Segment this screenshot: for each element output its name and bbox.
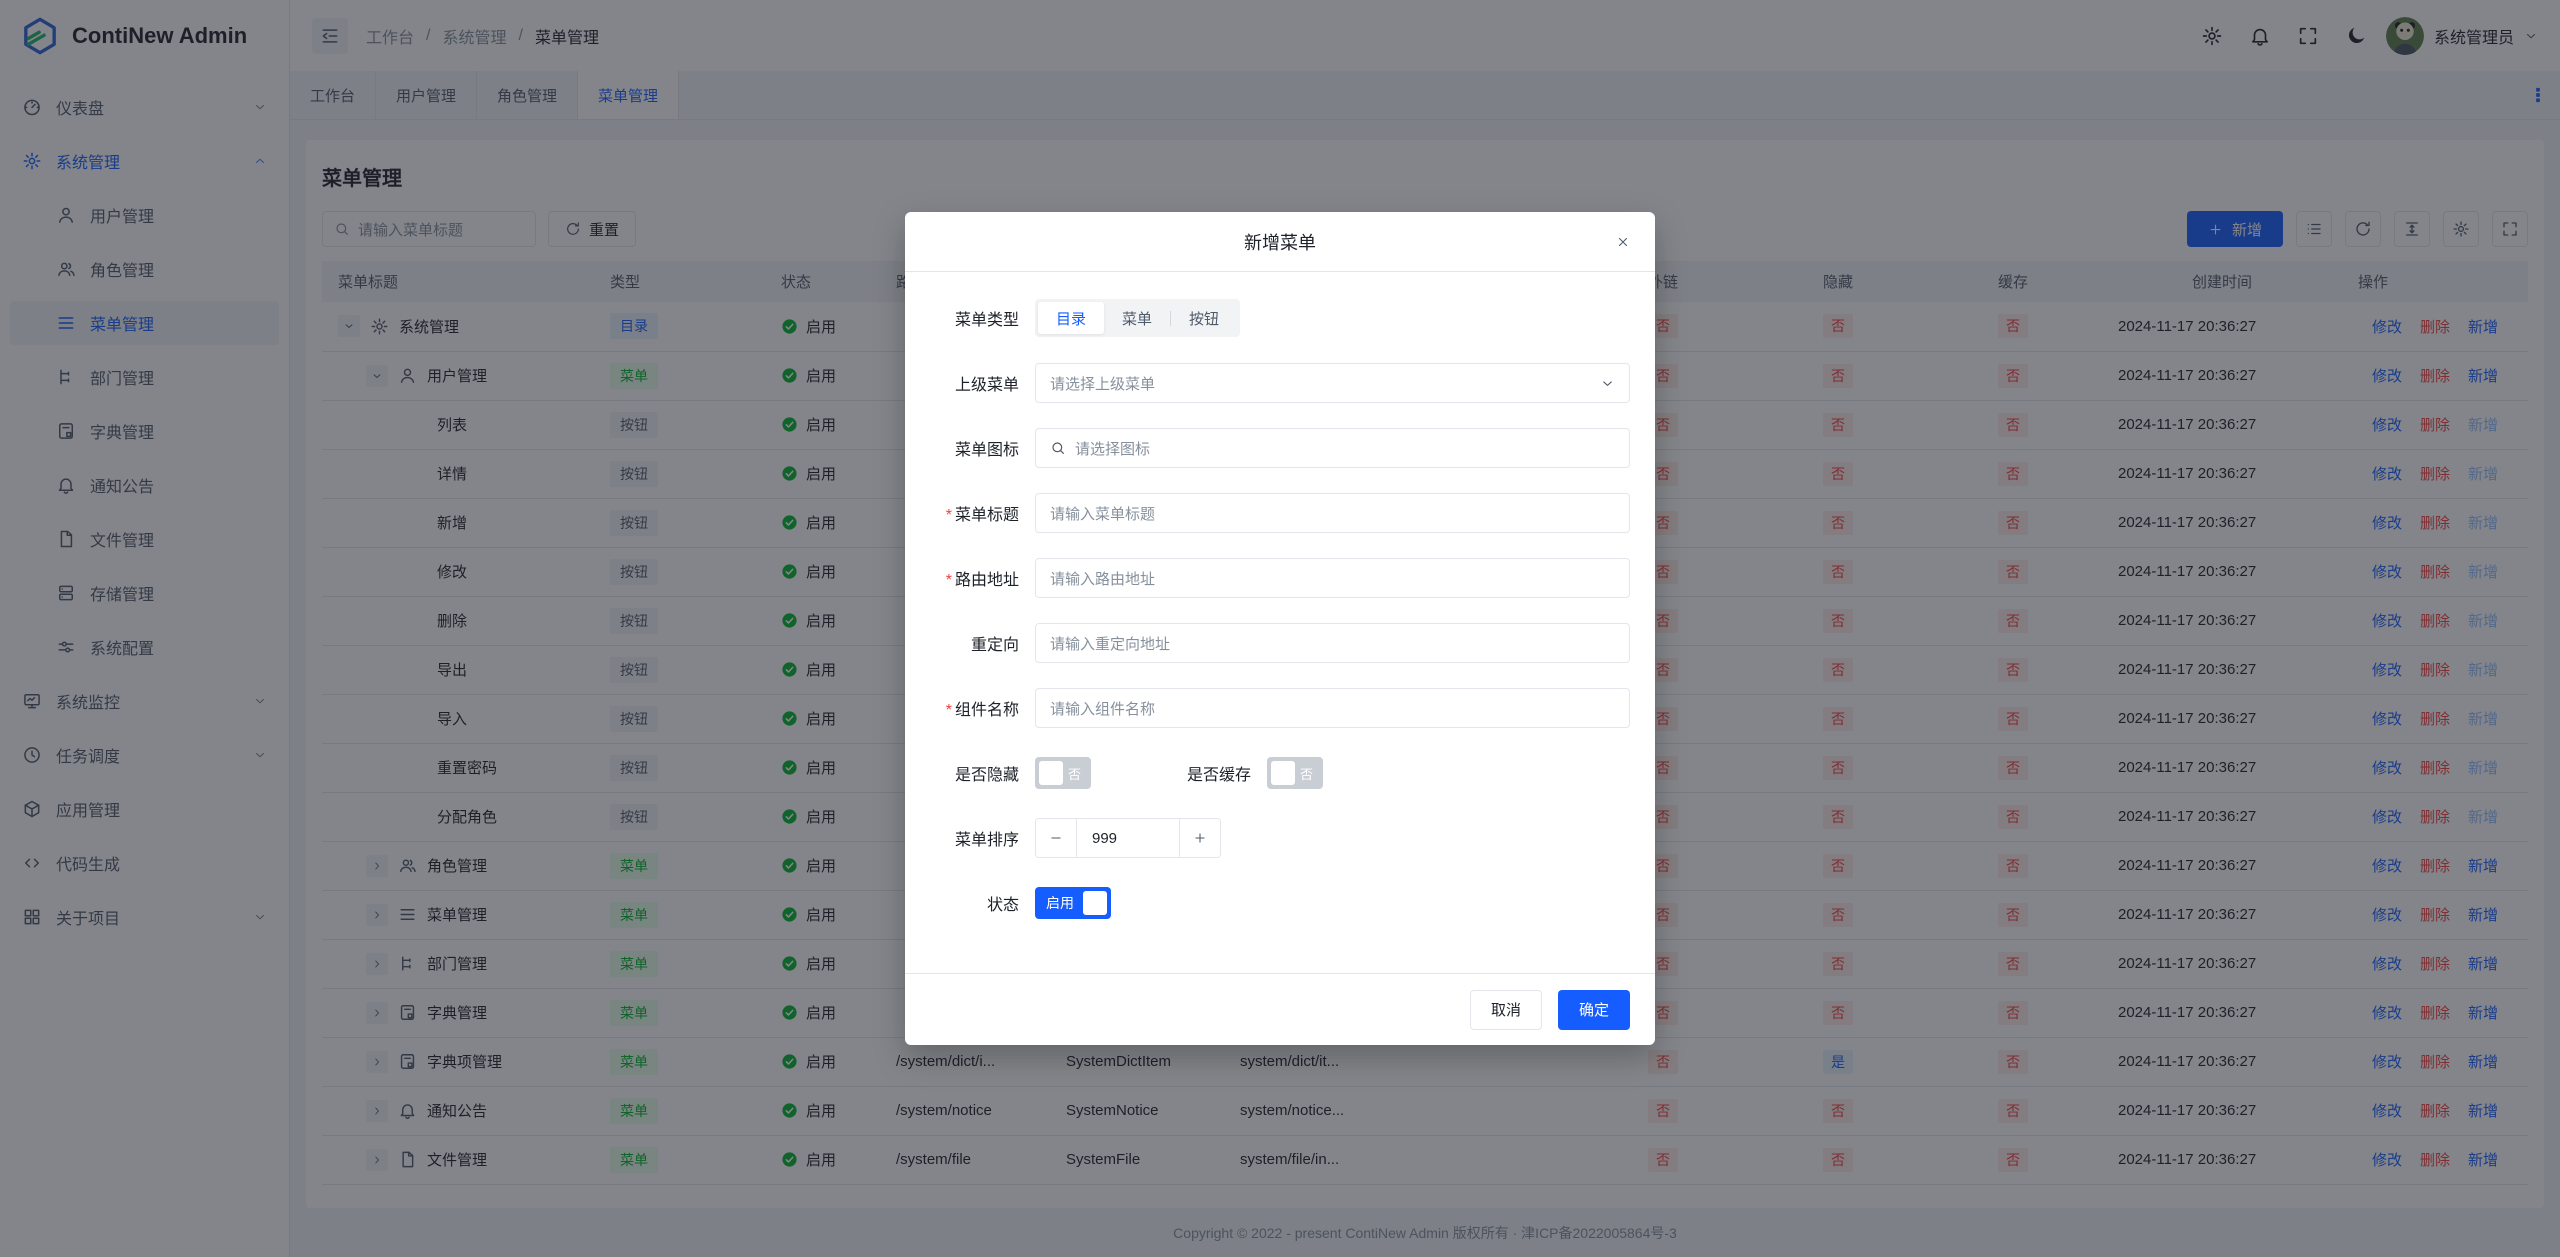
menu-icon-row: 菜单图标 请选择图标 <box>905 428 1630 468</box>
status-toggle[interactable]: 启用 <box>1035 887 1111 919</box>
modal-footer: 取消 确定 <box>905 973 1655 1045</box>
status-row: 状态 启用 <box>905 883 1630 923</box>
close-icon <box>1616 235 1630 249</box>
chevron-down-icon <box>1600 376 1615 391</box>
route-row: 路由地址 请输入路由地址 <box>905 558 1630 598</box>
cache-label: 是否缓存 <box>1187 761 1251 785</box>
menu-title-placeholder: 请输入菜单标题 <box>1050 503 1155 524</box>
menu-type-segmented: 目录 菜单 按钮 <box>1035 299 1240 337</box>
hide-toggle[interactable]: 否 <box>1035 757 1091 789</box>
component-placeholder: 请输入组件名称 <box>1050 698 1155 719</box>
segment-button[interactable]: 按钮 <box>1171 302 1237 334</box>
minus-icon <box>1048 831 1064 845</box>
route-input[interactable]: 请输入路由地址 <box>1035 558 1630 598</box>
stepper-increase-button[interactable] <box>1179 819 1220 857</box>
component-input[interactable]: 请输入组件名称 <box>1035 688 1630 728</box>
menu-icon-placeholder: 请选择图标 <box>1075 438 1150 459</box>
segment-directory[interactable]: 目录 <box>1038 302 1104 334</box>
confirm-button[interactable]: 确定 <box>1558 990 1630 1030</box>
menu-type-row: 菜单类型 目录 菜单 按钮 <box>905 298 1630 338</box>
status-label: 状态 <box>905 891 1019 915</box>
close-button[interactable] <box>1613 232 1633 252</box>
toggle-knob <box>1271 761 1295 785</box>
menu-title-row: 菜单标题 请输入菜单标题 <box>905 493 1630 533</box>
menu-type-label: 菜单类型 <box>905 306 1019 330</box>
status-toggle-value: 启用 <box>1046 893 1074 913</box>
segment-menu[interactable]: 菜单 <box>1104 302 1170 334</box>
modal-body: 菜单类型 目录 菜单 按钮 上级菜单 请选择上级菜单 菜单图标 <box>905 272 1655 973</box>
toggles-row: 是否隐藏 否 是否缓存 否 <box>905 753 1630 793</box>
parent-menu-row: 上级菜单 请选择上级菜单 <box>905 363 1630 403</box>
modal-title: 新增菜单 <box>1244 229 1316 255</box>
redirect-placeholder: 请输入重定向地址 <box>1050 633 1170 654</box>
parent-menu-select[interactable]: 请选择上级菜单 <box>1035 363 1630 403</box>
parent-menu-label: 上级菜单 <box>905 371 1019 395</box>
menu-icon-label: 菜单图标 <box>905 436 1019 460</box>
cache-toggle-value: 否 <box>1300 764 1313 783</box>
toggle-knob <box>1083 891 1107 915</box>
menu-title-label: 菜单标题 <box>905 501 1019 525</box>
modal-header: 新增菜单 <box>905 212 1655 272</box>
stepper-decrease-button[interactable] <box>1036 819 1077 857</box>
route-placeholder: 请输入路由地址 <box>1050 568 1155 589</box>
route-label: 路由地址 <box>905 566 1019 590</box>
redirect-input[interactable]: 请输入重定向地址 <box>1035 623 1630 663</box>
redirect-label: 重定向 <box>905 631 1019 655</box>
hide-label: 是否隐藏 <box>905 761 1019 785</box>
sort-stepper: 999 <box>1035 818 1221 858</box>
menu-title-input[interactable]: 请输入菜单标题 <box>1035 493 1630 533</box>
menu-icon-input[interactable]: 请选择图标 <box>1035 428 1630 468</box>
sort-row: 菜单排序 999 <box>905 818 1630 858</box>
cache-toggle[interactable]: 否 <box>1267 757 1323 789</box>
hide-toggle-value: 否 <box>1068 764 1081 783</box>
toggle-knob <box>1039 761 1063 785</box>
component-label: 组件名称 <box>905 696 1019 720</box>
redirect-row: 重定向 请输入重定向地址 <box>905 623 1630 663</box>
sort-value[interactable]: 999 <box>1077 830 1179 847</box>
cancel-button[interactable]: 取消 <box>1470 990 1542 1030</box>
plus-icon <box>1192 831 1208 845</box>
search-icon <box>1050 440 1066 456</box>
add-menu-modal: 新增菜单 菜单类型 目录 菜单 按钮 上级菜单 请选择上级菜单 <box>905 212 1655 1045</box>
sort-label: 菜单排序 <box>905 826 1019 850</box>
parent-menu-placeholder: 请选择上级菜单 <box>1050 373 1155 394</box>
component-row: 组件名称 请输入组件名称 <box>905 688 1630 728</box>
